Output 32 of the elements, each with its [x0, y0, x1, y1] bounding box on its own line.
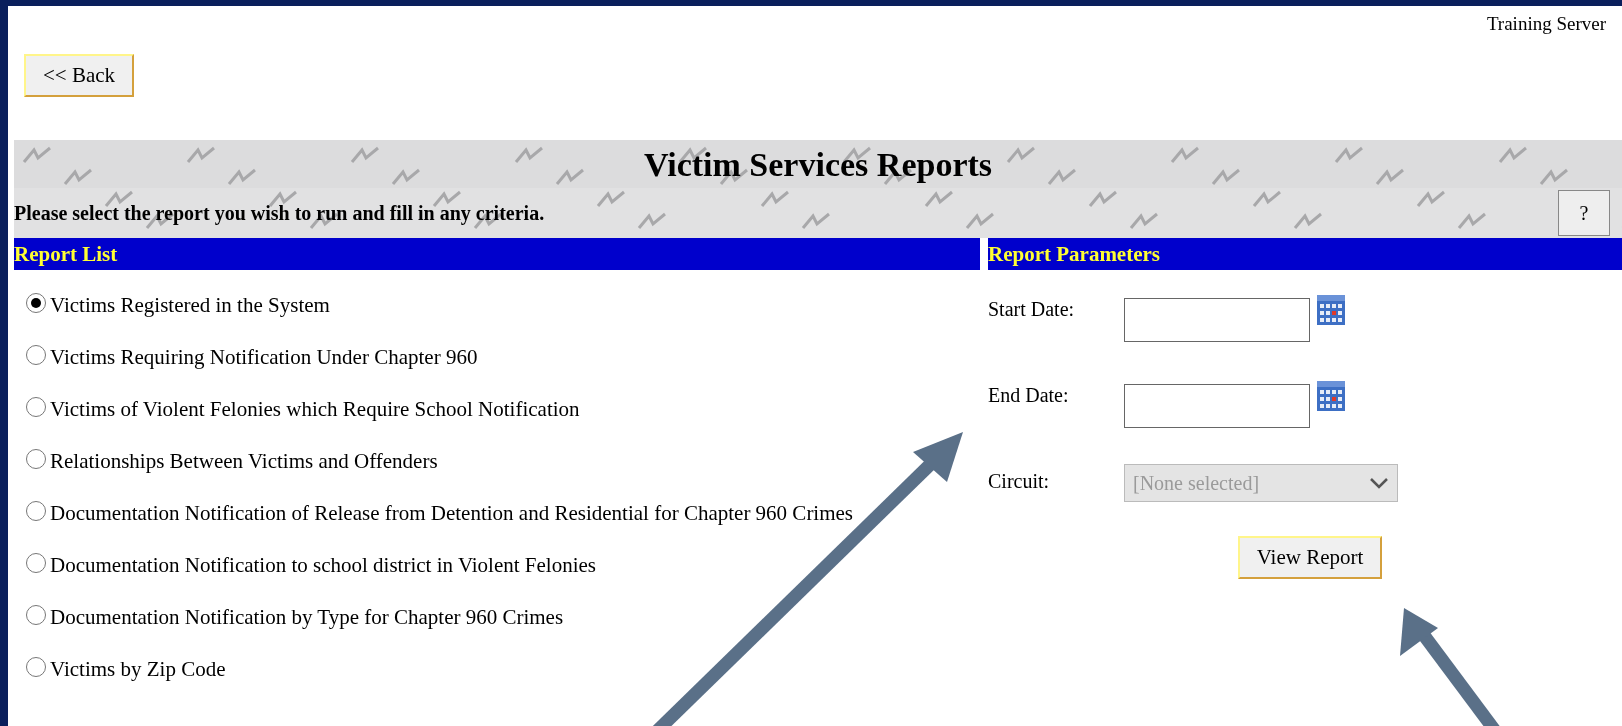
section-heading: Report Parameters	[988, 243, 1160, 265]
report-option-label[interactable]: Victims by Zip Code	[50, 654, 226, 686]
server-label: Training Server	[1486, 12, 1606, 36]
chevron-down-icon	[1369, 477, 1389, 489]
date-field[interactable]	[1124, 384, 1310, 428]
radio-button[interactable]	[26, 397, 46, 417]
date-field[interactable]	[1124, 298, 1310, 342]
report-option-label[interactable]: Relationships Between Victims and Offenders	[50, 446, 438, 478]
radio-button[interactable]	[26, 293, 46, 313]
radio-button[interactable]	[26, 449, 46, 469]
section-heading: Report List	[14, 243, 118, 265]
report-option-label[interactable]: Documentation Notification to school district in Violent Felonies	[50, 550, 597, 582]
field-label: Circuit:	[988, 469, 1051, 494]
report-option-label[interactable]: Victims Requiring Notification Under Chapter 960	[50, 342, 478, 374]
field-label: End Date:	[988, 383, 1070, 408]
field-label: Start Date:	[988, 297, 1076, 322]
radio-button[interactable]	[26, 501, 46, 521]
report-option-label[interactable]: Victims of Violent Felonies which Require School Notification	[50, 394, 580, 426]
instruction-text: Please select the report you wish to run and fill in any criteria.	[14, 201, 545, 227]
back-button[interactable]: << Back	[24, 54, 134, 97]
report-option-label[interactable]: Documentation Notification of Release from Detention and Residential for Chapter 960 Crimes	[50, 498, 854, 530]
radio-button[interactable]	[26, 657, 46, 677]
report-option-label[interactable]: Documentation Notification by Type for Chapter 960 Crimes	[50, 602, 564, 634]
view-report-button[interactable]: View Report	[1238, 536, 1382, 579]
radio-button[interactable]	[26, 345, 46, 365]
help-button[interactable]: ?	[1558, 190, 1610, 236]
radio-button[interactable]	[26, 553, 46, 573]
radio-button[interactable]	[26, 605, 46, 625]
calendar-icon[interactable]	[1316, 378, 1346, 412]
calendar-icon[interactable]	[1316, 292, 1346, 326]
page-title: Victim Services Reports	[643, 144, 993, 185]
report-option-label[interactable]: Victims Registered in the System	[50, 290, 330, 322]
